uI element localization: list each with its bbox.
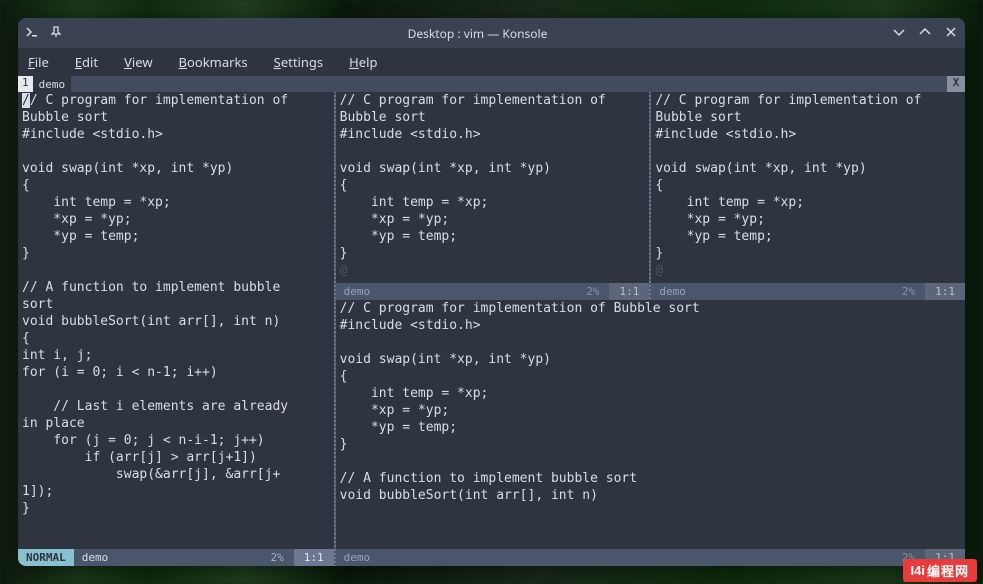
menu-edit[interactable]: Edit [75,53,98,71]
menu-bookmarks[interactable]: Bookmarks [179,53,248,71]
terminal-area[interactable]: // C program for implementation of Bubbl… [18,92,965,566]
statusline-bottom: demo 2% 1:1 [336,549,965,566]
menubar: File Edit View Bookmarks Settings Help [18,48,965,76]
code-bottom: // C program for implementation of Bubbl… [340,300,965,504]
buffer-name: demo [336,283,577,300]
menu-file[interactable]: File [28,53,49,71]
statusline-active: NORMAL demo 2% 1:1 [18,549,334,566]
buffer-name: demo [336,549,892,566]
pane-top-right[interactable]: // C program for implementation of Bubbl… [649,92,965,300]
window-title: Desktop : vim — Konsole [62,25,893,42]
tab-number[interactable]: 1 [18,76,33,92]
buffer-name: demo [651,283,892,300]
tab-current[interactable]: demo [33,76,72,92]
cursor-position: 1:1 [609,283,649,300]
eob-marker: @ [655,262,965,279]
code-top-right: // C program for implementation of Bubbl… [655,92,965,262]
pane-top-middle[interactable]: // C program for implementation of Bubbl… [334,92,650,300]
pin-icon[interactable] [50,25,62,42]
menu-help[interactable]: Help [349,53,377,71]
cursor-position: 1:1 [925,283,965,300]
vim-tabbar: 1 demo X [18,76,965,92]
mode-indicator: NORMAL [18,549,74,566]
scroll-percent: 2% [576,283,609,300]
buffer-name: demo [74,549,261,566]
watermark: I4i 编程网 [903,559,977,582]
minimize-icon[interactable] [893,25,905,42]
scroll-percent: 2% [261,549,294,566]
pane-left[interactable]: // C program for implementation of Bubbl… [18,92,334,566]
cursor: / [22,93,30,108]
menu-settings[interactable]: Settings [274,53,323,71]
titlebar-left [26,25,62,42]
pane-bottom[interactable]: // C program for implementation of Bubbl… [334,300,965,566]
code-left: // C program for implementation of Bubbl… [22,92,334,517]
tabbar-spacer [71,76,947,92]
code-top-middle: // C program for implementation of Bubbl… [340,92,650,262]
statusline-top-middle: demo 2% 1:1 [336,283,650,300]
tab-close-icon[interactable]: X [947,76,965,92]
scroll-percent: 2% [892,283,925,300]
window-controls [893,25,957,42]
close-icon[interactable] [945,25,957,42]
titlebar[interactable]: Desktop : vim — Konsole [18,18,965,48]
eob-marker: @ [340,262,650,279]
maximize-icon[interactable] [919,25,931,42]
code-left-rest: / C program for implementation of Bubble… [22,93,288,516]
app-menu-icon[interactable] [26,25,38,42]
cursor-position: 1:1 [294,549,334,566]
watermark-text: 编程网 [927,561,969,580]
watermark-icon: I4i [911,563,925,578]
konsole-window: Desktop : vim — Konsole File Edit View B… [18,18,965,566]
statusline-top-right: demo 2% 1:1 [651,283,965,300]
menu-view[interactable]: View [124,53,152,71]
